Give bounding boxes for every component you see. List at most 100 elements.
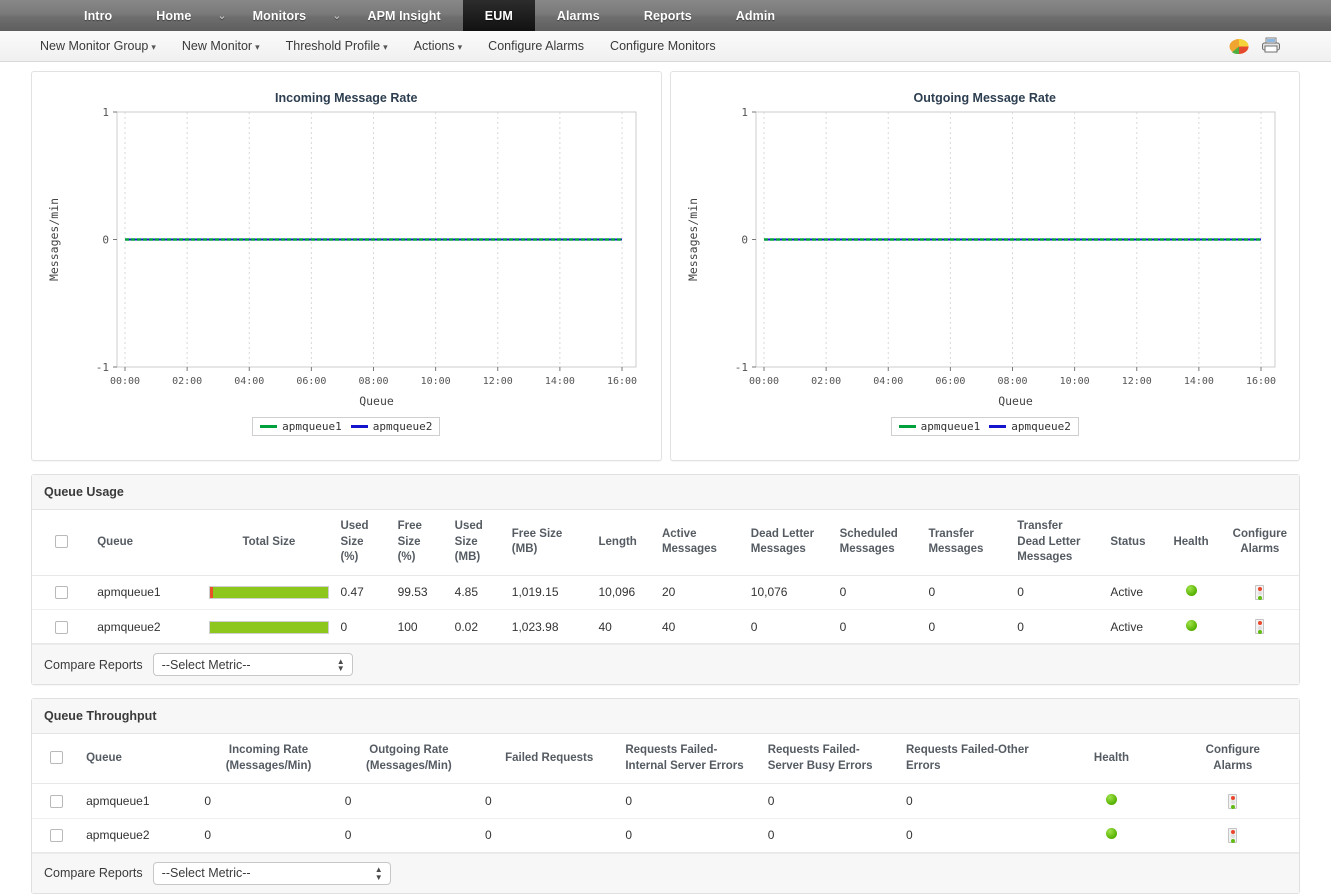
- legend-item: apmqueue2: [350, 420, 432, 433]
- nav-item-eum[interactable]: EUM: [462, 0, 535, 31]
- toolbar-item-threshold-profile[interactable]: Threshold Profile ▾: [286, 39, 388, 53]
- row-checkbox[interactable]: [49, 829, 63, 843]
- legend-swatch-apmqueue2: [350, 425, 368, 428]
- traffic-light-icon[interactable]: [1255, 584, 1265, 600]
- header-line: Alarms: [1213, 759, 1253, 772]
- traffic-light-icon[interactable]: [1228, 827, 1238, 843]
- chevron-down-icon[interactable]: ⌄: [213, 0, 230, 31]
- cell-transfer-dead-letter-messages: 0: [1011, 609, 1105, 645]
- x-axis-tick-label: 02:00: [172, 376, 202, 387]
- cell-failed-other-errors: 0: [900, 783, 1057, 819]
- header-line: Used: [454, 520, 483, 532]
- cell-queue-name: apmqueue2: [80, 818, 199, 853]
- cell-active-messages: 40: [655, 609, 745, 645]
- header-total-size: Total Size: [203, 510, 335, 576]
- row-select-cell: [32, 783, 81, 819]
- x-axis-tick-label: 08:00: [358, 376, 388, 387]
- cell-failed-server-busy-errors: 0: [761, 818, 900, 853]
- header-configure-alarms: Configure Alarms: [1166, 734, 1299, 785]
- header-line: (Messages/Min): [366, 759, 452, 772]
- cell-outgoing-rate: 0: [338, 818, 480, 853]
- chevron-down-icon[interactable]: ⌄: [328, 0, 345, 31]
- header-line: Transfer: [928, 527, 974, 540]
- traffic-light-icon[interactable]: [1228, 793, 1238, 809]
- header-dead-letter-messages: Dead Letter Messages: [744, 510, 834, 576]
- nav-item-alarms[interactable]: Alarms: [535, 0, 622, 31]
- header-line: Status: [1110, 535, 1146, 548]
- compare-reports-select-throughput[interactable]: --Select Metric--: [152, 861, 391, 885]
- toolbar-item-label: Actions: [413, 39, 455, 53]
- header-line: (%): [340, 551, 359, 564]
- select-all-checkbox[interactable]: [55, 534, 69, 548]
- nav-item-intro[interactable]: Intro: [62, 0, 134, 31]
- compare-reports-select-usage[interactable]: --Select Metric--: [152, 653, 353, 677]
- header-line: Total Size: [242, 535, 296, 548]
- nav-item-admin[interactable]: Admin: [714, 0, 797, 31]
- toolbar-item-configure-alarms[interactable]: Configure Alarms: [488, 39, 584, 53]
- nav-item-home[interactable]: Home: [134, 0, 213, 31]
- y-axis-tick-label: -1: [96, 361, 109, 374]
- toolbar-item-new-monitor-group[interactable]: New Monitor Group ▾: [40, 39, 156, 53]
- header-transfer-messages: Transfer Messages: [922, 510, 1012, 576]
- toolbar-item-configure-monitors[interactable]: Configure Monitors: [610, 39, 716, 53]
- legend-item: apmqueue1: [898, 420, 980, 433]
- compare-reports-select-wrap: --Select Metric-- ▲ ▼: [152, 861, 391, 885]
- x-axis-tick-label: 08:00: [997, 376, 1027, 387]
- x-axis-tick-label: 14:00: [545, 376, 575, 387]
- configure-alarms-cell: [1166, 818, 1299, 853]
- header-line: Internal Server Errors: [625, 759, 744, 772]
- secondary-toolbar: New Monitor Group ▾ New Monitor ▾ Threshold …: [0, 31, 1331, 62]
- header-line: Incoming Rate: [228, 744, 309, 757]
- select-all-checkbox[interactable]: [49, 751, 63, 765]
- configure-alarms-cell: [1220, 575, 1299, 610]
- queue-usage-footer: Compare Reports --Select Metric-- ▲ ▼: [32, 644, 1299, 685]
- x-axis-tick-label: 00:00: [110, 376, 140, 387]
- nav-item-apm-insight[interactable]: APM Insight: [345, 0, 462, 31]
- row-checkbox[interactable]: [55, 586, 69, 600]
- header-line: (MB): [454, 551, 481, 564]
- printer-icon[interactable]: [1261, 37, 1281, 55]
- nav-item-reports[interactable]: Reports: [622, 0, 714, 31]
- cell-free-size-pct: 100: [391, 609, 449, 645]
- header-line: Health: [1093, 751, 1130, 764]
- cell-status: Active: [1104, 575, 1162, 610]
- row-checkbox[interactable]: [49, 795, 63, 809]
- health-cell: [1161, 609, 1221, 645]
- header-transfer-dead-letter-messages: Transfer Dead Letter Messages: [1011, 510, 1105, 576]
- cell-active-messages: 20: [655, 575, 745, 610]
- x-axis-tick-label: 06:00: [296, 376, 326, 387]
- health-cell: [1056, 783, 1167, 819]
- table-row: apmqueue2 0 0 0 0 0 0: [32, 818, 1299, 853]
- toolbar-actions: [1229, 31, 1281, 61]
- header-line: Queue: [97, 535, 134, 548]
- cell-transfer-messages: 0: [922, 575, 1012, 610]
- header-incoming-rate: Incoming Rate (Messages/Min): [198, 734, 339, 785]
- header-free-size-pct: Free Size (%): [391, 510, 449, 576]
- usage-bar: [209, 620, 330, 634]
- y-axis-tick-label: 1: [741, 106, 748, 119]
- header-line: Messages: [928, 543, 984, 556]
- health-cell: [1161, 575, 1221, 610]
- header-free-size-mb: Free Size (MB): [505, 510, 593, 576]
- toolbar-item-label: New Monitor Group: [40, 39, 149, 53]
- row-checkbox[interactable]: [55, 620, 69, 634]
- header-line: Dead Letter: [750, 527, 815, 540]
- toolbar-item-actions[interactable]: Actions ▾: [414, 39, 463, 53]
- cell-failed-other-errors: 0: [900, 818, 1057, 853]
- x-axis-tick-label: 14:00: [1183, 376, 1213, 387]
- table-row: apmqueue1 0.47 99.53 4.85 1,019.15 10,096 20 10…: [32, 575, 1299, 610]
- pie-chart-icon[interactable]: [1229, 38, 1249, 55]
- toolbar-item-new-monitor[interactable]: New Monitor ▾: [182, 39, 260, 53]
- nav-item-monitors[interactable]: Monitors: [231, 0, 329, 31]
- select-all-header: [32, 510, 92, 576]
- header-queue: Queue: [80, 734, 199, 785]
- legend-swatch-apmqueue2: [989, 425, 1007, 428]
- queue-throughput-panel: Queue Throughput Queue Incoming Rate (Mess…: [31, 698, 1300, 894]
- cell-queue-name: apmqueue2: [91, 609, 204, 645]
- y-axis-label: Messages/min: [686, 198, 700, 281]
- queue-throughput-header-row: Queue Incoming Rate (Messages/Min) Outgoing…: [32, 734, 1299, 785]
- y-axis-tick-label: 0: [741, 234, 748, 247]
- traffic-light-icon[interactable]: [1255, 619, 1265, 635]
- x-axis-tick-label: 16:00: [607, 376, 637, 387]
- header-line: Transfer: [1017, 520, 1063, 532]
